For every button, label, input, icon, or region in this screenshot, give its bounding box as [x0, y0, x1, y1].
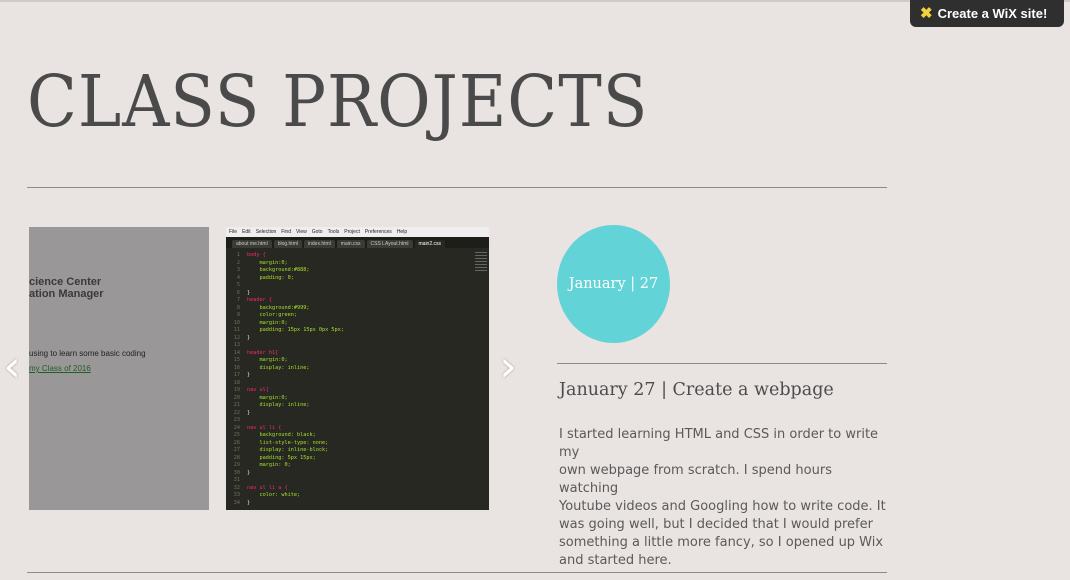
code-line: 27 display: inline-block;: [233, 447, 329, 453]
editor-minimap: [475, 252, 487, 282]
code-line: 23: [233, 417, 240, 423]
code-line: 22}: [233, 409, 251, 416]
post-body: I started learning HTML and CSS in order…: [559, 427, 886, 568]
code-line: 12}: [233, 334, 251, 341]
code-line: 20 margin:0;: [233, 394, 288, 401]
editor-menu-item: Project: [344, 229, 360, 235]
code-line: 3 background:#888;: [236, 267, 310, 273]
gallery-slide-previous[interactable]: cience Center ation Manager using to lea…: [29, 227, 209, 510]
editor-tab: CSS LAyout.html: [366, 240, 413, 248]
code-line: 29 margin: 0;: [233, 462, 291, 468]
code-line: 1 body {: [236, 252, 266, 258]
slide-text-line: cience Center: [29, 276, 102, 288]
code-line: 18: [233, 379, 240, 386]
post-title[interactable]: January 27 | Create a webpage: [559, 380, 834, 400]
editor-menu-item: Goto: [311, 229, 323, 235]
editor-menu-item: Preferences: [364, 229, 392, 235]
slide-text-line: using to learn some basic coding: [29, 349, 146, 358]
divider-post: [557, 363, 887, 364]
code-line: 15 margin:0;: [233, 357, 288, 363]
code-line: 13: [233, 342, 240, 348]
create-wix-site-label: Create a WiX site!: [937, 6, 1048, 21]
chevron-right-icon[interactable]: ›: [496, 345, 520, 389]
editor-menu-item: Help: [396, 229, 408, 235]
editor-tab: index.html: [303, 240, 335, 248]
code-line: 2 margin:0;: [236, 259, 288, 266]
code-line: 34}: [233, 499, 251, 506]
page-title: CLASS PROJECTS: [27, 60, 649, 143]
code-line: 28 padding: 5px 15px;: [233, 454, 316, 461]
editor-menu-item: Selection: [255, 229, 277, 235]
editor-tab: about me.html: [232, 240, 272, 248]
gallery-slide-code-screenshot[interactable]: File Edit Selection Find View Goto Tools…: [226, 227, 489, 510]
code-line: 26 list-style-type: none;: [233, 439, 329, 446]
code-line: 4 padding: 0;: [236, 274, 294, 281]
code-line: 31: [233, 477, 240, 483]
code-line: 8 background:#999;: [236, 304, 310, 311]
date-badge: January | 27: [557, 225, 670, 343]
code-line: 10 margin:0;: [233, 319, 288, 326]
code-line: 9 color:green;: [236, 312, 297, 318]
code-line: 33 color: white;: [233, 492, 301, 498]
code-line: 14 header h1{: [233, 349, 279, 356]
wix-logo-icon: ✖: [920, 5, 933, 22]
chevron-left-icon[interactable]: ‹: [0, 345, 24, 389]
code-line: 5: [236, 282, 240, 288]
code-line: 21 display: inline;: [233, 402, 310, 408]
editor-menu-item: Tools: [327, 229, 340, 235]
image-gallery: cience Center ation Manager using to lea…: [0, 227, 520, 510]
code-line: 11 padding: 15px 15px 0px 5px;: [233, 327, 344, 333]
editor-tab: blog.html: [273, 240, 302, 248]
code-line: 32 nav ul li a {: [233, 484, 288, 491]
code-content: 1 body {2 margin:0; 3 background:#888; 4 pa…: [226, 252, 471, 507]
code-line: 6}: [236, 289, 251, 296]
divider-bottom: [27, 572, 887, 573]
editor-menu-item: File: [229, 229, 238, 235]
code-line: 19 nav ul{: [233, 387, 269, 393]
code-line: 7 header {: [236, 297, 272, 303]
slide-link: my Class of 2016: [29, 364, 91, 373]
editor-tabbar: about me.html blog.html index.html main.…: [226, 237, 489, 248]
editor-tab-active: main2.css: [414, 240, 446, 248]
slide-text-line: ation Manager: [29, 288, 104, 300]
code-line: 25 background: black;: [233, 432, 316, 438]
code-line: 24 nav ul li {: [233, 424, 282, 431]
editor-menu-item: View: [296, 229, 307, 235]
code-line: 16 display: inline;: [233, 364, 310, 371]
code-line: 30}: [233, 469, 251, 476]
editor-menu-item: Edit: [242, 229, 251, 235]
editor-tab: main.css: [336, 240, 365, 248]
editor-menubar: File Edit Selection Find View Goto Tools…: [226, 227, 489, 237]
code-line: 17}: [233, 372, 251, 378]
editor-menu-item: Find: [281, 229, 291, 235]
create-wix-site-button[interactable]: ✖ Create a WiX site!: [910, 0, 1064, 27]
date-badge-text: January | 27: [568, 276, 659, 292]
divider-top: [27, 187, 887, 188]
